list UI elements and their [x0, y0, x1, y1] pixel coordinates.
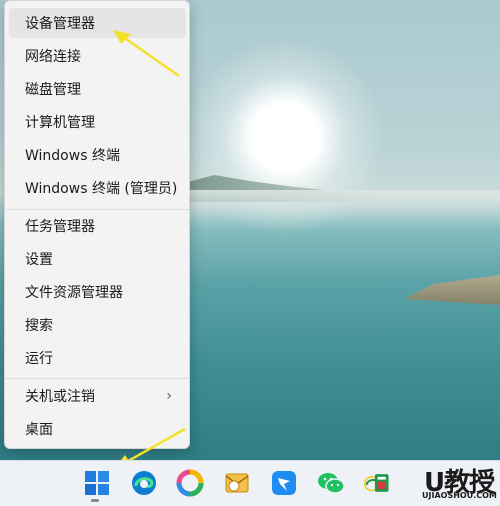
- menu-item-computer-management[interactable]: 计算机管理: [9, 107, 186, 137]
- menu-separator: [5, 378, 189, 379]
- menu-item-label: Windows 终端 (管理员): [25, 181, 178, 197]
- chevron-right-icon: ›: [166, 388, 172, 404]
- edge-icon[interactable]: [129, 468, 159, 498]
- menu-item-label: 搜索: [25, 318, 53, 334]
- wallpaper-haze: [150, 190, 500, 230]
- menu-item-label: 文件资源管理器: [25, 285, 123, 301]
- menu-item-label: 任务管理器: [25, 219, 95, 235]
- annotation-arrow-top: [113, 30, 180, 78]
- photos-icon[interactable]: [175, 468, 205, 498]
- site-watermark: U教授 UJIAOSHOU.COM: [418, 462, 500, 505]
- menu-item-settings[interactable]: 设置: [9, 244, 186, 274]
- menu-item-windows-terminal[interactable]: Windows 终端: [9, 140, 186, 170]
- wechat-icon[interactable]: [316, 468, 346, 498]
- menu-item-label: 网络连接: [25, 49, 81, 65]
- watermark-domain: UJIAOSHOU.COM: [422, 491, 497, 500]
- menu-item-windows-terminal-admin[interactable]: Windows 终端 (管理员): [9, 173, 186, 203]
- menu-item-run[interactable]: 运行: [9, 343, 186, 373]
- menu-item-search[interactable]: 搜索: [9, 310, 186, 340]
- store-icon[interactable]: [364, 468, 394, 498]
- windows-start-icon[interactable]: [82, 468, 112, 498]
- menu-item-label: 设备管理器: [25, 16, 95, 32]
- menu-item-label: 桌面: [25, 422, 53, 438]
- menu-item-file-explorer[interactable]: 文件资源管理器: [9, 277, 186, 307]
- dingtalk-icon[interactable]: [269, 468, 299, 498]
- menu-separator: [5, 209, 189, 210]
- menu-item-shutdown-signout[interactable]: 关机或注销 ›: [9, 381, 186, 411]
- menu-item-label: 关机或注销: [25, 389, 95, 405]
- menu-item-label: 运行: [25, 351, 53, 367]
- menu-item-task-manager[interactable]: 任务管理器: [9, 211, 186, 241]
- outlook-icon[interactable]: [222, 468, 252, 498]
- active-app-indicator: [91, 499, 99, 502]
- menu-item-label: 设置: [25, 252, 53, 268]
- menu-item-label: 磁盘管理: [25, 82, 81, 98]
- menu-item-label: Windows 终端: [25, 148, 120, 164]
- menu-item-label: 计算机管理: [25, 115, 95, 131]
